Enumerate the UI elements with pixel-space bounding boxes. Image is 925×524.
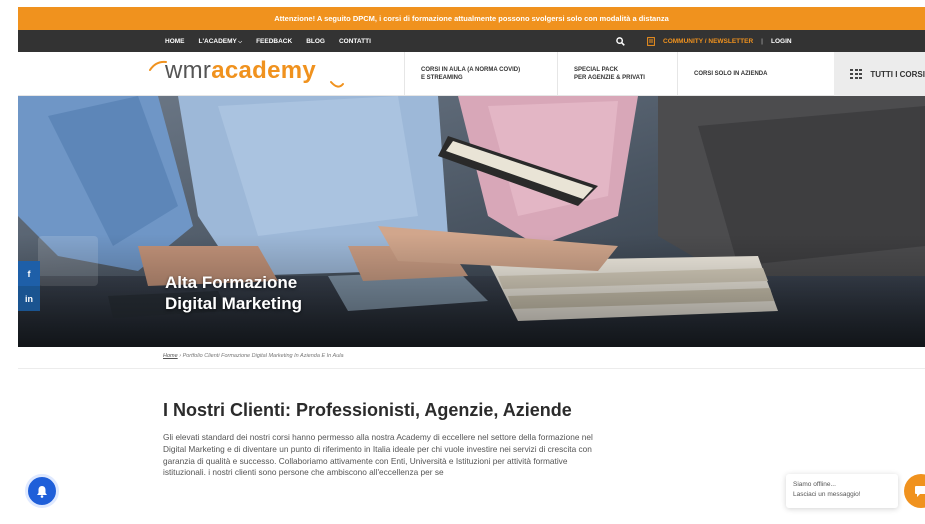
site-logo[interactable]: wmracademy [165,57,316,85]
chat-prompt-text: Lasciaci un messaggio! [793,491,861,498]
breadcrumb-home-link[interactable]: Home [163,353,178,359]
chat-button[interactable] [904,474,925,508]
hero-title-line2: Digital Marketing [165,294,302,313]
logo-prefix: wmr [165,57,212,84]
top-navigation: HOME L'ACADEMY ⌵ FEEDBACK BLOG CONTATTI … [18,30,925,52]
intro-paragraph: Gli elevati standard dei nostri corsi ha… [163,432,593,478]
nav-contatti-link[interactable]: CONTATTI [339,38,371,45]
hero-title: Alta Formazione Digital Marketing [165,272,302,314]
hero-banner: Alta Formazione Digital Marketing [18,96,925,347]
chat-offline-box[interactable]: Siamo offline... Lasciaci un messaggio! [786,474,898,508]
linkedin-icon: in [25,293,33,304]
alert-text: Attenzione! A seguito DPCM, i corsi di f… [274,14,669,23]
main-navigation: wmracademy CORSI IN AULA (A NORMA COVID)… [18,52,925,96]
notification-bell-button[interactable] [25,474,59,508]
bell-icon [37,485,47,498]
divider [18,368,925,369]
logo-brand: academy [211,57,317,84]
nav-corsi-aula[interactable]: CORSI IN AULA (A NORMA COVID) E STREAMING [404,52,557,96]
alert-banner: Attenzione! A seguito DPCM, i corsi di f… [18,7,925,30]
community-newsletter-link[interactable]: COMMUNITY / NEWSLETTER [663,38,753,45]
search-icon[interactable] [616,36,625,46]
chat-status-text: Siamo offline... [793,481,836,488]
linkedin-share-button[interactable]: in [18,286,40,311]
nav-corsi-azienda-label: CORSI SOLO IN AZIENDA [694,71,768,77]
all-courses-label: TUTTI I CORSI [870,69,925,79]
nav-corsi-aula-line2: E STREAMING [421,75,463,81]
chat-bubble-icon [915,485,925,497]
breadcrumb: Home › Portfolio Clienti Formazione Digi… [163,353,344,359]
nav-separator: | [761,37,763,45]
nav-academy-link[interactable]: L'ACADEMY ⌵ [199,38,243,45]
nav-feedback-link[interactable]: FEEDBACK [256,38,292,45]
nav-special-pack-line2: PER AGENZIE & PRIVATI [574,75,645,81]
logo-underline-icon [330,81,344,88]
grid-menu-icon [850,68,862,80]
nav-blog-link[interactable]: BLOG [306,38,325,45]
nav-corsi-aula-line1: CORSI IN AULA (A NORMA COVID) [421,67,521,73]
nav-special-pack[interactable]: SPECIAL PACK PER AGENZIE & PRIVATI [557,52,677,96]
breadcrumb-current: Portfolio Clienti Formazione Digital Mar… [182,353,344,359]
facebook-icon: f [27,268,31,279]
chevron-down-icon: ⌵ [236,38,243,45]
nav-academy-label: L'ACADEMY [198,37,237,45]
page-title: I Nostri Clienti: Professionisti, Agenzi… [163,400,572,420]
hero-image [18,96,925,347]
hero-title-line1: Alta Formazione [165,273,298,292]
facebook-share-button[interactable]: f [18,261,40,286]
newsletter-icon [647,36,655,46]
nav-home-link[interactable]: HOME [165,38,185,45]
login-link[interactable]: LOGIN [771,38,792,45]
nav-corsi-azienda[interactable]: CORSI SOLO IN AZIENDA [677,52,834,96]
all-courses-button[interactable]: TUTTI I CORSI [834,52,925,96]
nav-special-pack-line1: SPECIAL PACK [574,67,619,73]
